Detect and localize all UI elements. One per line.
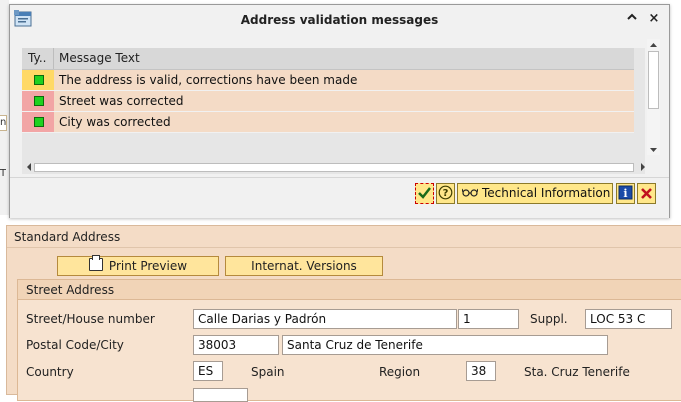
city-field[interactable]: Santa Cruz de Tenerife <box>282 335 608 355</box>
background-cut-label: T <box>0 167 6 181</box>
suppl-field[interactable]: LOC 53 C <box>585 309 672 329</box>
horizontal-scroll-thumb[interactable] <box>34 163 634 172</box>
info-button[interactable]: i <box>616 183 635 204</box>
street-address-group: Street Address Street/House number Calle… <box>17 279 681 402</box>
address-validation-dialog: Address validation messages × Ty.. Messa… <box>9 4 670 218</box>
postal-city-label: Postal Code/City <box>26 338 124 352</box>
minimize-chevron-icon[interactable] <box>624 11 640 27</box>
internat-versions-label: Internat. Versions <box>251 259 357 273</box>
vertical-scrollbar[interactable] <box>647 39 660 155</box>
cut-text-n: n <box>0 117 7 128</box>
close-icon[interactable]: × <box>646 11 662 27</box>
scroll-up-arrow-icon[interactable] <box>647 40 660 50</box>
message-text: Street was corrected <box>59 94 184 108</box>
standard-address-panel: Standard Address Print Preview Internat.… <box>6 225 681 402</box>
horizontal-scrollbar[interactable] <box>24 160 647 174</box>
scroll-left-arrow-icon[interactable] <box>24 160 34 174</box>
next-row-field[interactable] <box>193 388 248 402</box>
printer-icon <box>88 255 103 271</box>
region-code-field[interactable]: 38 <box>466 361 496 381</box>
message-type-cell <box>22 70 54 90</box>
technical-information-label: Technical Information <box>482 186 611 200</box>
cut-text-t: T <box>0 168 6 179</box>
message-text: City was corrected <box>59 115 171 129</box>
print-preview-button[interactable]: Print Preview <box>57 255 219 276</box>
table-row[interactable]: City was corrected <box>22 112 634 133</box>
postal-code-field[interactable]: 38003 <box>193 335 279 355</box>
table-row[interactable]: Street was corrected <box>22 91 634 112</box>
suppl-label: Suppl. <box>530 312 568 326</box>
table-header: Ty.. Message Text <box>22 48 634 70</box>
region-name: Sta. Cruz Tenerife <box>524 365 630 379</box>
dialog-title: Address validation messages <box>240 13 439 27</box>
message-type-cell <box>22 91 54 111</box>
svg-text:i: i <box>623 187 627 200</box>
country-code-field[interactable]: ES <box>193 361 223 381</box>
message-text: The address is valid, corrections have b… <box>59 73 358 87</box>
cancel-button[interactable] <box>637 183 656 204</box>
print-preview-label: Print Preview <box>108 259 188 273</box>
country-name: Spain <box>251 365 285 379</box>
background-cut-field: n <box>0 115 7 131</box>
vertical-scroll-thumb[interactable] <box>648 51 659 109</box>
svg-text:?: ? <box>443 188 449 199</box>
messages-table: Ty.. Message Text The address is valid, … <box>22 48 645 174</box>
glasses-icon <box>461 188 479 197</box>
scroll-down-arrow-icon[interactable] <box>647 145 660 155</box>
info-icon: i <box>618 185 633 200</box>
dialog-toolbar: ? Technical Information i <box>10 177 669 218</box>
status-led-icon <box>34 117 44 127</box>
table-row[interactable]: The address is valid, corrections have b… <box>22 70 634 91</box>
dialog-titlebar: Address validation messages × <box>10 5 669 35</box>
street-address-title: Street Address <box>18 280 681 300</box>
street-field[interactable]: Calle Darias y Padrón <box>193 309 457 329</box>
internat-versions-button[interactable]: Internat. Versions <box>225 256 383 276</box>
scroll-right-arrow-icon[interactable] <box>638 160 648 174</box>
column-header-message[interactable]: Message Text <box>59 48 140 69</box>
check-icon <box>418 187 431 199</box>
standard-address-title: Standard Address <box>7 226 681 248</box>
cancel-x-icon <box>641 188 652 199</box>
country-label: Country <box>26 365 74 379</box>
status-led-icon <box>34 75 44 85</box>
region-label: Region <box>379 365 421 379</box>
background-left-edge <box>0 0 9 215</box>
status-led-icon <box>34 96 44 106</box>
house-number-field[interactable]: 1 <box>458 309 519 329</box>
street-label: Street/House number <box>26 312 155 326</box>
help-button[interactable]: ? <box>436 183 455 204</box>
column-header-type[interactable]: Ty.. <box>22 48 54 69</box>
message-type-cell <box>22 112 54 132</box>
help-icon: ? <box>438 185 453 200</box>
technical-information-button[interactable]: Technical Information <box>457 183 613 204</box>
continue-button[interactable] <box>415 183 434 204</box>
